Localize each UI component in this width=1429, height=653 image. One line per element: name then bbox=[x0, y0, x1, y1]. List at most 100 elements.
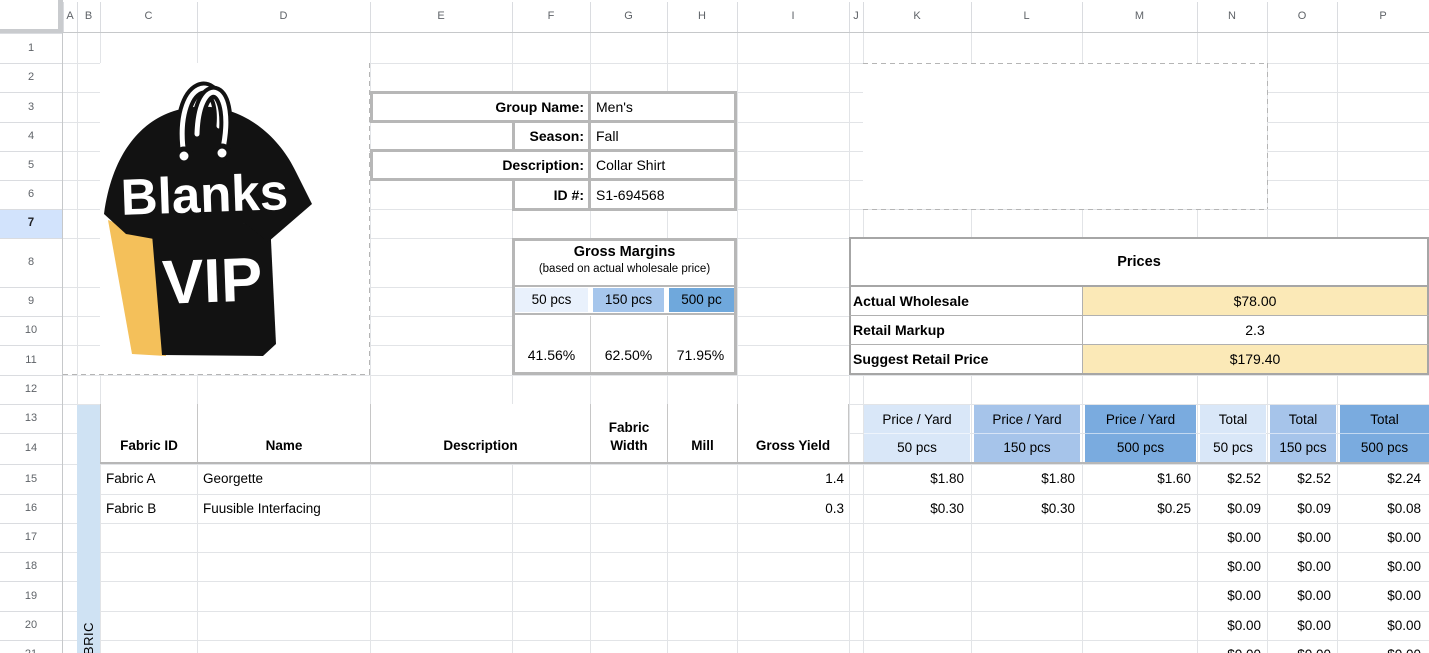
total-50-cell[interactable]: $0.00 bbox=[1197, 640, 1261, 653]
total-150-cell[interactable]: $2.52 bbox=[1267, 464, 1331, 494]
id-number-value[interactable]: S1-694568 bbox=[596, 182, 734, 208]
column-header-n[interactable]: N bbox=[1197, 0, 1267, 32]
gm-margin-150[interactable]: 62.50% bbox=[592, 341, 665, 370]
row-header-20[interactable]: 20 bbox=[0, 611, 62, 640]
total-150-cell[interactable]: $0.00 bbox=[1267, 611, 1331, 640]
column-header-m[interactable]: M bbox=[1082, 0, 1197, 32]
column-header-j[interactable]: J bbox=[849, 0, 863, 32]
fabric-width-header[interactable]: Fabric Width bbox=[590, 404, 667, 462]
select-all-corner[interactable] bbox=[0, 0, 63, 33]
column-header-f[interactable]: F bbox=[512, 0, 590, 32]
row-header-11[interactable]: 11 bbox=[0, 345, 62, 375]
gm-margin-500[interactable]: 71.95% bbox=[666, 341, 735, 370]
total-500-cell[interactable]: $0.00 bbox=[1337, 581, 1421, 611]
row-header-1[interactable]: 1 bbox=[0, 33, 62, 63]
row-header-4[interactable]: 4 bbox=[0, 122, 62, 151]
gross-yield-cell[interactable]: 1.4 bbox=[737, 464, 844, 494]
total-500-cell[interactable]: $0.00 bbox=[1337, 640, 1421, 653]
row-header-14[interactable]: 14 bbox=[0, 433, 62, 464]
price-yard-500-header[interactable]: Price / Yard 500 pcs bbox=[1085, 405, 1196, 462]
row-header-6[interactable]: 6 bbox=[0, 180, 62, 209]
gm-margin-50[interactable]: 41.56% bbox=[515, 341, 588, 370]
row-header-5[interactable]: 5 bbox=[0, 151, 62, 180]
column-header-p[interactable]: P bbox=[1337, 0, 1429, 32]
suggest-retail-label[interactable]: Suggest Retail Price bbox=[853, 346, 1081, 372]
row-header-10[interactable]: 10 bbox=[0, 316, 62, 345]
fabric-id-cell[interactable]: Fabric B bbox=[106, 494, 196, 523]
total-50-cell[interactable]: $0.00 bbox=[1197, 611, 1261, 640]
total-50-header[interactable]: Total 50 pcs bbox=[1200, 405, 1266, 462]
gm-tier-500-header[interactable]: 500 pc bbox=[669, 288, 734, 312]
price-yard-150-header[interactable]: Price / Yard 150 pcs bbox=[974, 405, 1080, 462]
total-150-cell[interactable]: $0.00 bbox=[1267, 640, 1331, 653]
column-header-k[interactable]: K bbox=[863, 0, 971, 32]
description-value[interactable]: Collar Shirt bbox=[596, 152, 734, 178]
total-50-cell[interactable]: $0.00 bbox=[1197, 581, 1261, 611]
price-yard-500-cell[interactable]: $0.25 bbox=[1082, 494, 1191, 523]
total-150-cell[interactable]: $0.00 bbox=[1267, 581, 1331, 611]
total-500-header[interactable]: Total 500 pcs bbox=[1340, 405, 1429, 462]
fabric-section-strip[interactable]: FABRIC bbox=[77, 405, 100, 653]
total-150-cell[interactable]: $0.00 bbox=[1267, 552, 1331, 581]
row-header-21[interactable]: 21 bbox=[0, 640, 62, 653]
column-header-a[interactable]: A bbox=[63, 0, 77, 32]
price-yard-50-header[interactable]: Price / Yard 50 pcs bbox=[864, 405, 970, 462]
total-50-cell[interactable]: $0.00 bbox=[1197, 523, 1261, 552]
total-500-cell[interactable]: $0.00 bbox=[1337, 611, 1421, 640]
row-header-8[interactable]: 8 bbox=[0, 238, 62, 287]
column-header-d[interactable]: D bbox=[197, 0, 370, 32]
gross-yield-cell[interactable]: 0.3 bbox=[737, 494, 844, 523]
group-name-value[interactable]: Men's bbox=[596, 94, 734, 120]
total-50-cell[interactable]: $0.09 bbox=[1197, 494, 1261, 523]
column-header-b[interactable]: B bbox=[77, 0, 100, 32]
row-header-7[interactable]: 7 bbox=[0, 209, 62, 238]
price-yard-50-cell[interactable]: $0.30 bbox=[863, 494, 964, 523]
column-header-g[interactable]: G bbox=[590, 0, 667, 32]
total-500-cell[interactable]: $2.24 bbox=[1337, 464, 1421, 494]
row-header-12[interactable]: 12 bbox=[0, 375, 62, 404]
row-header-2[interactable]: 2 bbox=[0, 63, 62, 92]
description-header[interactable]: Description bbox=[370, 404, 590, 462]
total-500-cell[interactable]: $0.00 bbox=[1337, 523, 1421, 552]
fabric-id-cell[interactable]: Fabric A bbox=[106, 464, 196, 494]
blanks-vip-logo[interactable]: Blanks VIP bbox=[100, 62, 320, 364]
gm-tier-150-header[interactable]: 150 pcs bbox=[593, 288, 664, 312]
total-500-cell[interactable]: $0.08 bbox=[1337, 494, 1421, 523]
suggest-retail-value[interactable]: $179.40 bbox=[1083, 346, 1427, 372]
fabric-id-header[interactable]: Fabric ID bbox=[100, 404, 197, 462]
prices-title[interactable]: Prices bbox=[851, 239, 1427, 285]
row-header-19[interactable]: 19 bbox=[0, 581, 62, 611]
season-value[interactable]: Fall bbox=[596, 123, 734, 149]
name-header[interactable]: Name bbox=[197, 404, 370, 462]
id-number-label[interactable]: ID #: bbox=[374, 182, 584, 208]
fabric-name-cell[interactable]: Fuusible Interfacing bbox=[203, 494, 369, 523]
description-label[interactable]: Description: bbox=[374, 152, 584, 178]
column-header-e[interactable]: E bbox=[370, 0, 512, 32]
total-150-cell[interactable]: $0.09 bbox=[1267, 494, 1331, 523]
total-500-cell[interactable]: $0.00 bbox=[1337, 552, 1421, 581]
actual-wholesale-value[interactable]: $78.00 bbox=[1083, 288, 1427, 315]
column-header-c[interactable]: C bbox=[100, 0, 197, 32]
row-header-18[interactable]: 18 bbox=[0, 552, 62, 581]
row-header-9[interactable]: 9 bbox=[0, 287, 62, 316]
row-header-16[interactable]: 16 bbox=[0, 494, 62, 523]
row-header-17[interactable]: 17 bbox=[0, 523, 62, 552]
row-header-3[interactable]: 3 bbox=[0, 92, 62, 122]
group-name-label[interactable]: Group Name: bbox=[374, 94, 584, 120]
retail-markup-label[interactable]: Retail Markup bbox=[853, 317, 1078, 343]
total-150-header[interactable]: Total 150 pcs bbox=[1270, 405, 1336, 462]
column-header-o[interactable]: O bbox=[1267, 0, 1337, 32]
retail-markup-value[interactable]: 2.3 bbox=[1083, 317, 1427, 343]
column-header-h[interactable]: H bbox=[667, 0, 737, 32]
column-header-i[interactable]: I bbox=[737, 0, 849, 32]
season-label[interactable]: Season: bbox=[374, 123, 584, 149]
row-header-15[interactable]: 15 bbox=[0, 464, 62, 494]
price-yard-150-cell[interactable]: $1.80 bbox=[971, 464, 1075, 494]
gross-yield-header[interactable]: Gross Yield bbox=[737, 404, 849, 462]
price-yard-150-cell[interactable]: $0.30 bbox=[971, 494, 1075, 523]
actual-wholesale-label[interactable]: Actual Wholesale bbox=[853, 288, 1078, 315]
row-header-13[interactable]: 13 bbox=[0, 404, 62, 433]
fabric-name-cell[interactable]: Georgette bbox=[203, 464, 369, 494]
gross-margins-title[interactable]: Gross Margins bbox=[515, 243, 734, 262]
price-yard-50-cell[interactable]: $1.80 bbox=[863, 464, 964, 494]
